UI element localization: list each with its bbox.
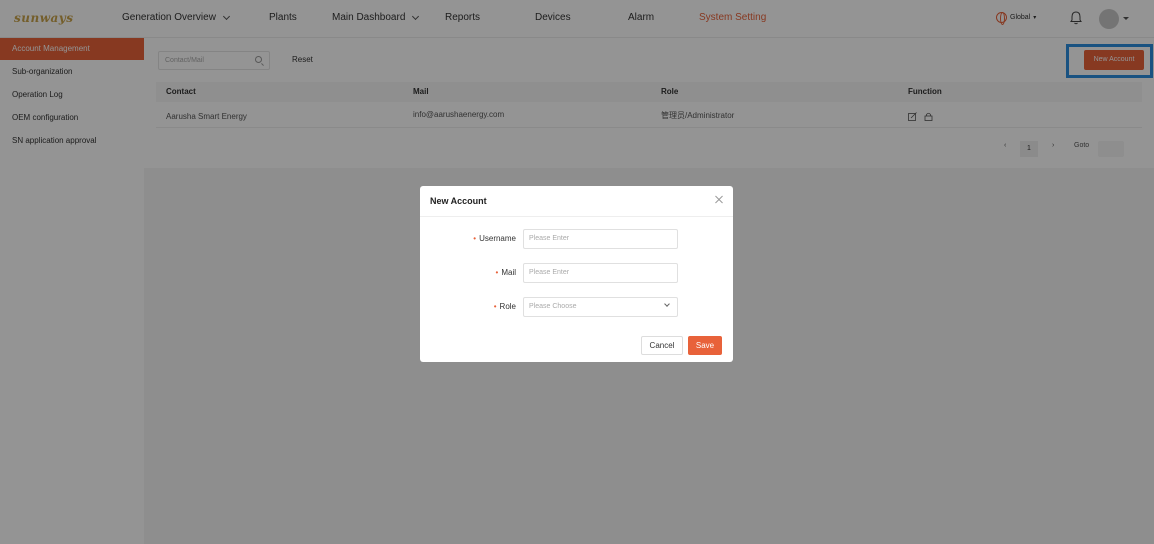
mail-label: • Mail <box>495 268 516 277</box>
required-mark: • <box>473 234 477 243</box>
required-mark: • <box>495 268 499 277</box>
chevron-down-icon <box>664 301 670 307</box>
role-select[interactable]: Please Choose <box>523 297 678 317</box>
dialog-title: New Account <box>430 196 487 206</box>
username-label: • Username <box>473 234 516 243</box>
username-field[interactable]: Please Enter <box>523 229 678 249</box>
save-button[interactable]: Save <box>688 336 722 355</box>
new-account-dialog: New Account • Username Please Enter • Mail… <box>420 186 733 362</box>
required-mark: • <box>493 302 497 311</box>
close-icon[interactable] <box>714 195 724 205</box>
dialog-divider <box>420 216 733 217</box>
role-label: • Role <box>493 302 516 311</box>
cancel-button[interactable]: Cancel <box>641 336 683 355</box>
mail-field[interactable]: Please Enter <box>523 263 678 283</box>
